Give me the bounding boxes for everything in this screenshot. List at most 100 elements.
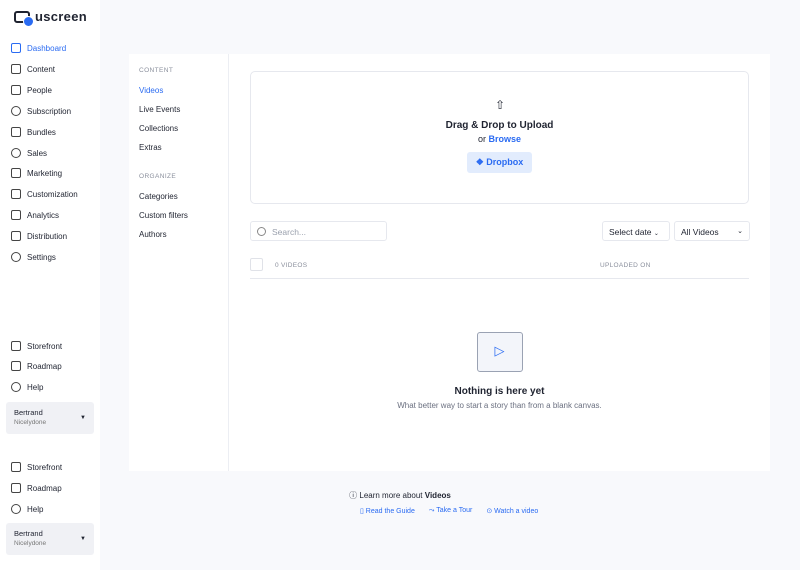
label: All Videos — [681, 227, 719, 237]
date-select[interactable]: Select date ⌄ — [602, 221, 670, 241]
sidebar-item-content[interactable]: Content — [11, 64, 55, 74]
learn-topic: Videos — [425, 491, 451, 500]
user-name: Bertrand — [14, 408, 86, 417]
brand-name: uscreen — [35, 9, 87, 24]
store-icon — [11, 341, 21, 351]
video-illustration-icon — [477, 332, 523, 372]
search-icon — [257, 227, 266, 236]
subnav-extras[interactable]: Extras — [139, 143, 162, 152]
refresh-icon — [11, 106, 21, 116]
section-title: ORGANIZE — [139, 173, 176, 180]
subnav-categories[interactable]: Categories — [139, 192, 178, 201]
video-count: 0 VIDEOS — [275, 262, 307, 269]
sidebar-item-bundles[interactable]: Bundles — [11, 127, 56, 137]
user-name: Bertrand — [14, 529, 86, 538]
sidebar-item-distribution[interactable]: Distribution — [11, 231, 67, 241]
subnav-authors[interactable]: Authors — [139, 230, 167, 239]
read-guide-link[interactable]: ▯ Read the Guide — [360, 507, 415, 515]
label: Dashboard — [27, 44, 66, 53]
logo-icon — [14, 11, 30, 23]
label: Marketing — [27, 169, 62, 178]
sidebar-item-roadmap[interactable]: Roadmap — [11, 361, 62, 371]
help-icon — [11, 382, 21, 392]
chevron-down-icon: ⌄ — [654, 231, 659, 237]
devices-icon — [11, 231, 21, 241]
label: Sales — [27, 149, 47, 158]
people-icon — [11, 85, 21, 95]
label: Watch a video — [494, 508, 538, 515]
label: Help — [27, 505, 43, 514]
label: Help — [27, 383, 43, 392]
sidebar-item-sales[interactable]: Sales — [11, 148, 47, 158]
watch-video-link[interactable]: ⊙ Watch a video — [486, 507, 538, 515]
sidebar-item-people[interactable]: People — [11, 85, 52, 95]
empty-text: What better way to start a story than fr… — [250, 401, 749, 410]
label: Read the Guide — [366, 508, 415, 515]
placeholder: Search... — [272, 227, 306, 237]
caret-down-icon: ▼ — [80, 415, 86, 421]
uploaded-on-column[interactable]: UPLOADED ON — [600, 262, 651, 269]
help-icon — [11, 504, 21, 514]
label: People — [27, 86, 52, 95]
help-icon: ⓘ — [349, 491, 359, 500]
sidebar-item-storefront[interactable]: Storefront — [11, 462, 62, 472]
sidebar-item-dashboard[interactable]: Dashboard — [11, 43, 66, 53]
empty-state: Nothing is here yet What better way to s… — [250, 332, 749, 410]
learn-text: Learn more about — [359, 491, 422, 500]
section-title: CONTENT — [139, 67, 173, 74]
take-tour-link[interactable]: ⤳ Take a Tour — [429, 507, 472, 515]
label: Distribution — [27, 232, 67, 241]
label: Customization — [27, 190, 78, 199]
megaphone-icon — [11, 168, 21, 178]
select-all-checkbox[interactable] — [250, 258, 263, 271]
box-icon — [11, 127, 21, 137]
empty-title: Nothing is here yet — [250, 386, 749, 397]
user-site: Nicelydone — [14, 419, 86, 426]
sidebar-item-help[interactable]: Help — [11, 504, 43, 514]
sidebar-item-analytics[interactable]: Analytics — [11, 210, 59, 220]
sidebar-item-subscription[interactable]: Subscription — [11, 106, 71, 116]
content-subnav: CONTENT Videos Live Events Collections E… — [129, 54, 229, 471]
upload-dropzone[interactable]: ⇧ Drag & Drop to Upload or Browse ❖ Drop… — [250, 71, 749, 204]
sidebar-item-storefront[interactable]: Storefront — [11, 341, 62, 351]
dropbox-icon: ❖ — [476, 157, 487, 167]
subnav-collections[interactable]: Collections — [139, 124, 178, 133]
store-icon — [11, 462, 21, 472]
label: Subscription — [27, 107, 71, 116]
upload-icon: ⇧ — [495, 98, 505, 112]
sidebar-item-help[interactable]: Help — [11, 382, 43, 392]
label: Analytics — [27, 211, 59, 220]
subnav-videos[interactable]: Videos — [139, 86, 163, 95]
label: Storefront — [27, 342, 62, 351]
table-header: 0 VIDEOS UPLOADED ON — [250, 255, 749, 279]
chart-icon — [11, 210, 21, 220]
browse-link[interactable]: Browse — [489, 134, 522, 144]
sidebar-item-customization[interactable]: Customization — [11, 189, 78, 199]
sidebar-item-marketing[interactable]: Marketing — [11, 168, 62, 178]
edit-icon — [11, 189, 21, 199]
or-text: or — [478, 134, 486, 144]
sidebar-item-settings[interactable]: Settings — [11, 252, 56, 262]
label: Take a Tour — [436, 507, 472, 514]
subnav-live-events[interactable]: Live Events — [139, 105, 180, 114]
help-links: ▯ Read the Guide ⤳ Take a Tour ⊙ Watch a… — [360, 507, 538, 515]
label: Settings — [27, 253, 56, 262]
upload-title: Drag & Drop to Upload — [251, 120, 748, 131]
roadmap-icon — [11, 361, 21, 371]
label: Storefront — [27, 463, 62, 472]
label: Roadmap — [27, 362, 62, 371]
logo[interactable]: uscreen — [14, 9, 87, 24]
learn-more: ⓘ Learn more about Videos — [0, 490, 800, 501]
subnav-custom-filters[interactable]: Custom filters — [139, 211, 188, 220]
user-menu[interactable]: BertrandNicelydone▼ — [6, 523, 94, 555]
type-select[interactable]: All Videos ⌄ — [674, 221, 750, 241]
play-circle-icon: ⊙ — [486, 508, 494, 515]
user-site: Nicelydone — [14, 540, 86, 547]
dropbox-button[interactable]: ❖ Dropbox — [467, 152, 533, 173]
chevron-down-icon: ⌄ — [737, 227, 743, 235]
gear-icon — [11, 252, 21, 262]
user-menu[interactable]: Bertrand Nicelydone▼ — [6, 402, 94, 434]
content-card: CONTENT Videos Live Events Collections E… — [129, 54, 770, 471]
search-input[interactable]: Search... — [250, 221, 387, 241]
label: Select date — [609, 227, 652, 237]
